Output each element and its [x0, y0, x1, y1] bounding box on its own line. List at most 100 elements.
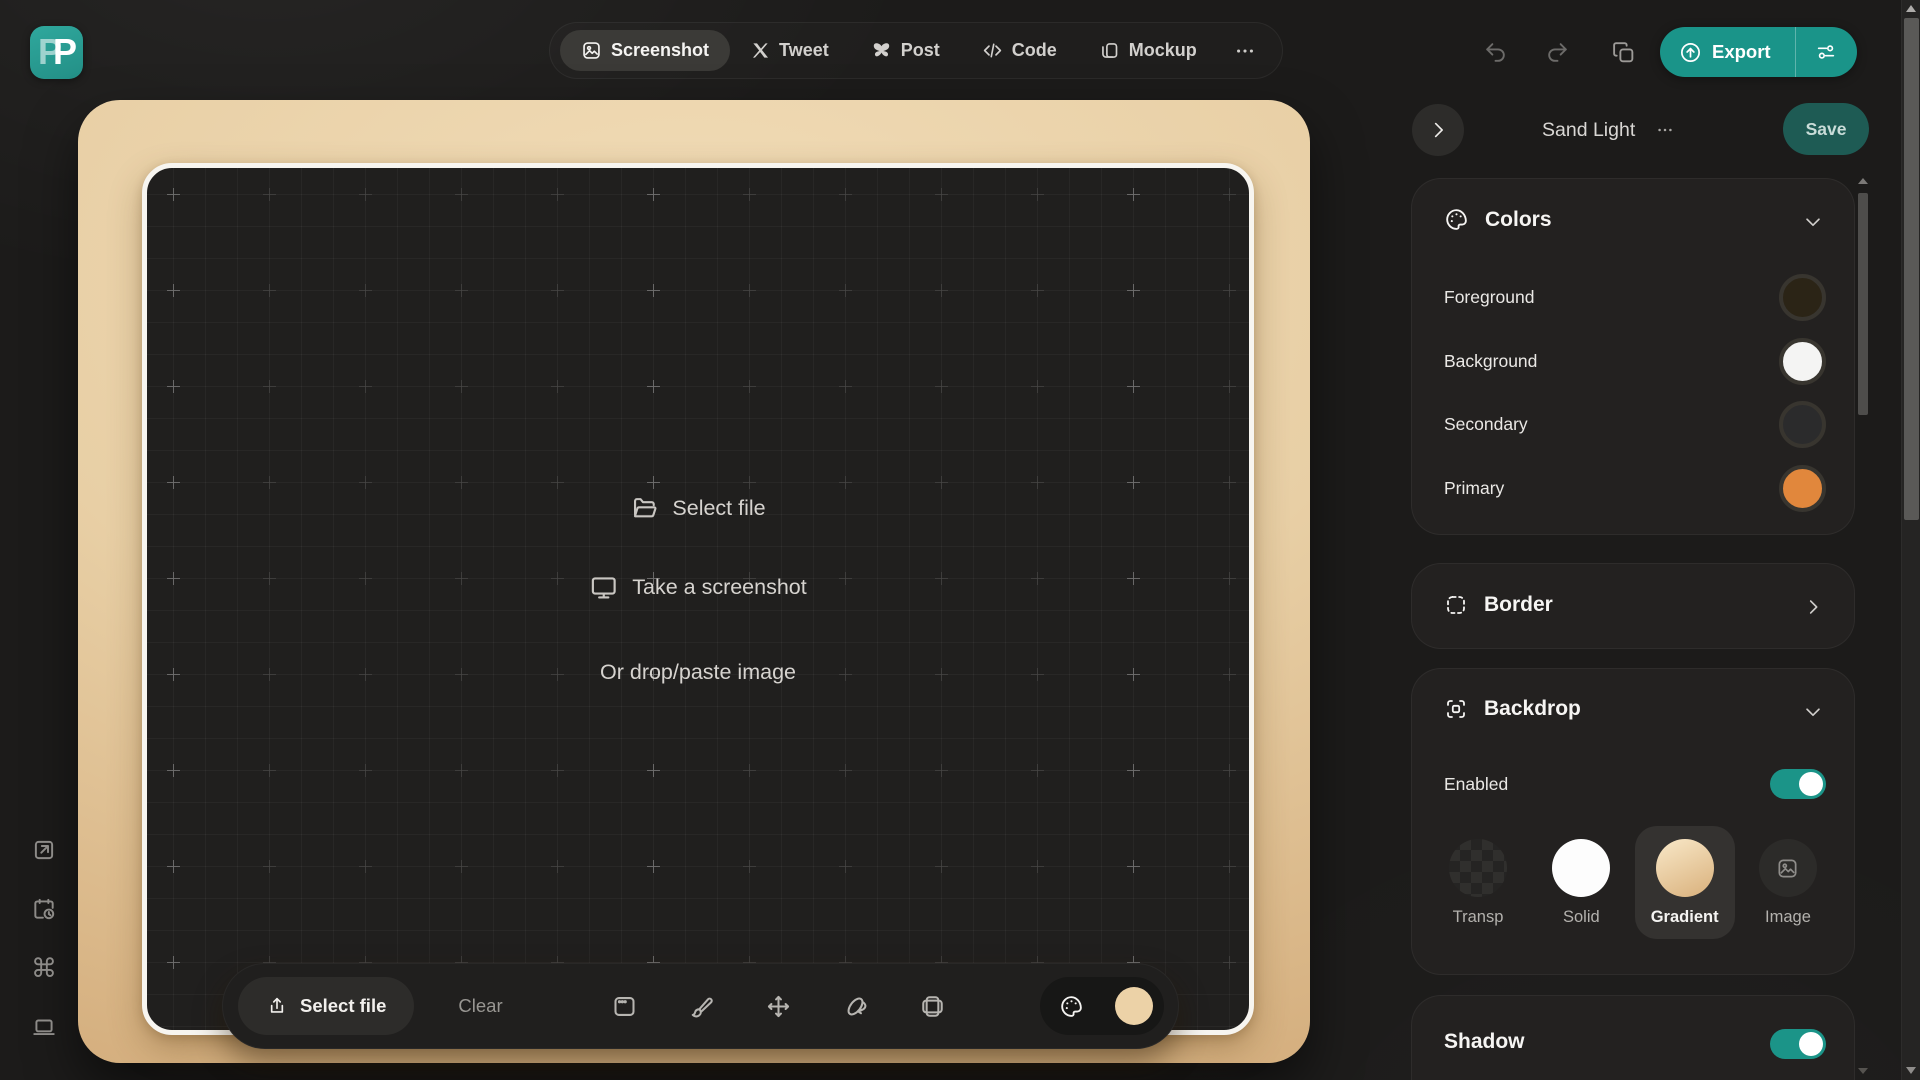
export-split-button: Export — [1660, 27, 1857, 77]
select-file-label: Select file — [300, 995, 386, 1017]
undo-icon — [1483, 40, 1508, 65]
preset-menu-button[interactable] — [1655, 120, 1675, 140]
app-logo-letter: PP — [38, 31, 75, 73]
canvas-drop-hint: Or drop/paste image — [600, 660, 796, 685]
x-icon — [751, 41, 770, 60]
image-icon — [581, 40, 602, 61]
window-scrollbar-thumb[interactable] — [1904, 18, 1919, 520]
redo-button[interactable] — [1536, 31, 1578, 73]
tab-post[interactable]: Post — [850, 30, 961, 71]
select-file-button[interactable]: Select file — [238, 977, 414, 1035]
export-button[interactable]: Export — [1660, 27, 1795, 77]
option-label: Transp — [1453, 908, 1504, 927]
shadow-card: Shadow — [1411, 995, 1855, 1080]
scroll-up-arrow-icon[interactable] — [1906, 5, 1916, 12]
tab-label: Post — [901, 40, 940, 61]
browser-window-icon[interactable] — [611, 993, 638, 1020]
toggle-knob — [1799, 772, 1823, 796]
undo-button[interactable] — [1474, 31, 1516, 73]
foreground-swatch[interactable] — [1779, 274, 1826, 321]
app-logo[interactable]: PP — [30, 26, 83, 79]
gradient-swatch — [1656, 839, 1714, 897]
colors-title: Colors — [1485, 208, 1552, 232]
canvas-select-file[interactable]: Select file — [630, 494, 765, 522]
screenshot-frame: Select file Take a screenshot Or drop/pa… — [142, 163, 1254, 1035]
canvas-backdrop[interactable]: Select file Take a screenshot Or drop/pa… — [78, 100, 1310, 1063]
tab-label: Screenshot — [611, 40, 709, 61]
toggle-knob — [1799, 1032, 1823, 1056]
collapse-panel-button[interactable] — [1412, 104, 1464, 156]
backdrop-card: Backdrop Enabled Transp Solid Gradient — [1411, 668, 1855, 975]
canvas-take-screenshot[interactable]: Take a screenshot — [589, 573, 807, 602]
backdrop-option-transparent[interactable]: Transp — [1428, 826, 1528, 939]
laptop-icon[interactable] — [30, 1013, 58, 1041]
secondary-swatch[interactable] — [1779, 401, 1826, 448]
chevron-down-icon[interactable] — [1802, 211, 1824, 233]
backdrop-header[interactable]: Backdrop — [1444, 697, 1581, 721]
theme-picker-button[interactable] — [1040, 977, 1164, 1035]
backdrop-option-image[interactable]: Image — [1738, 826, 1838, 939]
move-icon[interactable] — [765, 993, 792, 1020]
copy-button[interactable] — [1602, 31, 1644, 73]
backdrop-option-solid[interactable]: Solid — [1531, 826, 1631, 939]
shadow-title: Shadow — [1444, 1030, 1525, 1054]
clear-label: Clear — [458, 995, 502, 1016]
clear-button[interactable]: Clear — [458, 995, 502, 1017]
export-options-button[interactable] — [1795, 27, 1857, 77]
schedule-icon[interactable] — [30, 895, 58, 923]
app-window: PP Screenshot Tweet Post Code — [0, 0, 1920, 1080]
option-label: Image — [1765, 908, 1811, 927]
color-row-secondary: Secondary — [1444, 401, 1826, 447]
color-label: Foreground — [1444, 287, 1534, 308]
option-label: Solid — [1563, 908, 1600, 927]
colors-header[interactable]: Colors — [1444, 207, 1552, 232]
save-label: Save — [1806, 119, 1847, 140]
folder-icon — [630, 494, 658, 522]
left-rail: ⌘ — [30, 836, 58, 1041]
backdrop-title: Backdrop — [1484, 697, 1581, 721]
image-swatch — [1759, 839, 1817, 897]
panel-scrollbar-thumb[interactable] — [1858, 193, 1868, 415]
mode-tabbar: Screenshot Tweet Post Code Mockup — [549, 22, 1283, 79]
shadow-toggle[interactable] — [1770, 1029, 1826, 1059]
border-card[interactable]: Border — [1411, 563, 1855, 649]
canvas-drop-hint-label: Or drop/paste image — [600, 660, 796, 685]
backdrop-enabled-toggle[interactable] — [1770, 769, 1826, 799]
shadow-header[interactable]: Shadow — [1444, 1030, 1525, 1054]
tab-screenshot[interactable]: Screenshot — [560, 30, 730, 71]
share-window-icon[interactable] — [30, 836, 58, 864]
chevron-right-icon[interactable] — [1802, 596, 1824, 618]
sliders-icon — [1815, 41, 1837, 63]
more-tabs-button[interactable] — [1218, 40, 1272, 62]
scroll-down-arrow-icon[interactable] — [1858, 1068, 1868, 1074]
primary-swatch[interactable] — [1779, 465, 1826, 512]
canvas-select-file-label: Select file — [672, 496, 765, 521]
backdrop-type-options: Transp Solid Gradient Image — [1428, 826, 1838, 939]
panel-scrollbar[interactable] — [1858, 176, 1868, 1080]
backdrop-option-gradient[interactable]: Gradient — [1635, 826, 1735, 939]
rotate-3d-icon[interactable] — [842, 993, 869, 1020]
colors-card: Colors Foreground Background Secondary P… — [1411, 178, 1855, 535]
brush-icon[interactable] — [688, 993, 715, 1020]
frame-icon[interactable] — [919, 993, 946, 1020]
scroll-down-arrow-icon[interactable] — [1906, 1067, 1916, 1074]
border-title: Border — [1484, 593, 1553, 617]
transparent-swatch — [1449, 839, 1507, 897]
redo-icon — [1545, 40, 1570, 65]
tab-code[interactable]: Code — [961, 30, 1078, 71]
code-icon — [982, 40, 1003, 61]
window-scrollbar[interactable] — [1901, 0, 1920, 1080]
backdrop-enabled-row: Enabled — [1444, 761, 1826, 807]
preset-name: Sand Light — [1542, 119, 1635, 142]
tab-mockup[interactable]: Mockup — [1078, 30, 1218, 71]
tab-label: Mockup — [1129, 40, 1197, 61]
save-button[interactable]: Save — [1783, 103, 1869, 155]
tab-tweet[interactable]: Tweet — [730, 30, 850, 71]
scroll-up-arrow-icon[interactable] — [1858, 178, 1868, 184]
export-icon — [1679, 41, 1702, 64]
tab-label: Code — [1012, 40, 1057, 61]
option-label: Gradient — [1651, 908, 1719, 927]
chevron-down-icon[interactable] — [1802, 701, 1824, 723]
command-icon[interactable]: ⌘ — [30, 954, 58, 982]
background-swatch[interactable] — [1779, 338, 1826, 385]
